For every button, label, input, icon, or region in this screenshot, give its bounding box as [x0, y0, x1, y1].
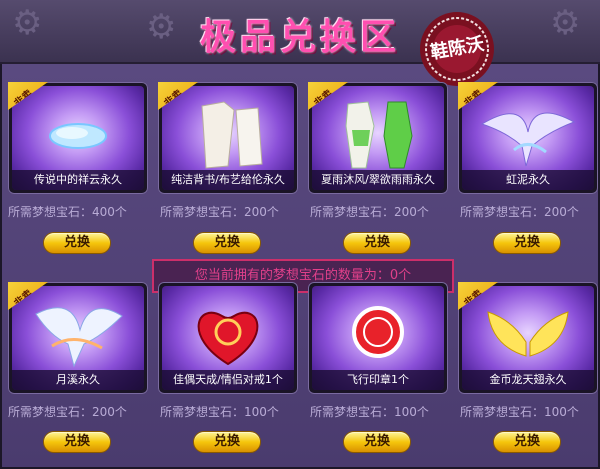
item-image-bg: 虹泥永久: [462, 86, 594, 190]
item-card[interactable]: 纯洁背书/布艺给伦永久 非卖: [158, 82, 298, 194]
item-price: 所需梦想宝石：200个: [160, 205, 279, 219]
page-title: 极品兑换区: [199, 17, 400, 58]
item-image-bg: 月溪永久: [12, 286, 144, 390]
item-image-bg: 夏雨沐风/翠欲雨雨永久: [312, 86, 444, 190]
item-card[interactable]: 佳偶天成/情侣对戒1个: [158, 282, 298, 394]
item-image-bg: 佳偶天成/情侣对戒1个: [162, 286, 294, 390]
item-price: 所需梦想宝石：400个: [8, 205, 127, 219]
exchange-button[interactable]: 兑换: [343, 431, 411, 453]
exchange-button[interactable]: 兑换: [43, 431, 111, 453]
item-name: 佳偶天成/情侣对戒1个: [162, 370, 294, 390]
item-price: 所需梦想宝石：100个: [160, 405, 279, 419]
item-price: 所需梦想宝石：100个: [310, 405, 429, 419]
item-image-bg: 传说中的祥云永久: [12, 86, 144, 190]
item-name: 夏雨沐风/翠欲雨雨永久: [312, 170, 444, 190]
item-name: 纯洁背书/布艺给伦永久: [162, 170, 294, 190]
item-image-bg: 金币龙天翅永久: [462, 286, 594, 390]
item-card[interactable]: 传说中的祥云永久 非卖: [8, 82, 148, 194]
header-bar: ⚙ ⚙ ⚙ 极品兑换区: [0, 0, 600, 64]
exchange-button[interactable]: 兑换: [193, 232, 261, 254]
item-price: 所需梦想宝石：200个: [8, 405, 127, 419]
item-price: 所需梦想宝石：200个: [310, 205, 429, 219]
item-name: 传说中的祥云永久: [12, 170, 144, 190]
item-price: 所需梦想宝石：200个: [460, 205, 579, 219]
item-name: 飞行印章1个: [312, 370, 444, 390]
item-image-bg: 飞行印章1个: [312, 286, 444, 390]
item-card[interactable]: 月溪永久 非卖: [8, 282, 148, 394]
exchange-button[interactable]: 兑换: [493, 232, 561, 254]
exchange-button[interactable]: 兑换: [193, 431, 261, 453]
item-image-bg: 纯洁背书/布艺给伦永久: [162, 86, 294, 190]
seal-stamp-logo: 鞋陈沃: [418, 10, 496, 88]
exchange-button[interactable]: 兑换: [493, 431, 561, 453]
item-card[interactable]: 夏雨沐风/翠欲雨雨永久 非卖: [308, 82, 448, 194]
exchange-button[interactable]: 兑换: [43, 232, 111, 254]
item-price: 所需梦想宝石：100个: [460, 405, 579, 419]
item-card[interactable]: 虹泥永久 非卖: [458, 82, 598, 194]
item-name: 金币龙天翅永久: [462, 370, 594, 390]
item-card[interactable]: 金币龙天翅永久 非卖: [458, 282, 598, 394]
exchange-button[interactable]: 兑换: [343, 232, 411, 254]
item-name: 虹泥永久: [462, 170, 594, 190]
item-name: 月溪永久: [12, 370, 144, 390]
item-card[interactable]: 飞行印章1个: [308, 282, 448, 394]
